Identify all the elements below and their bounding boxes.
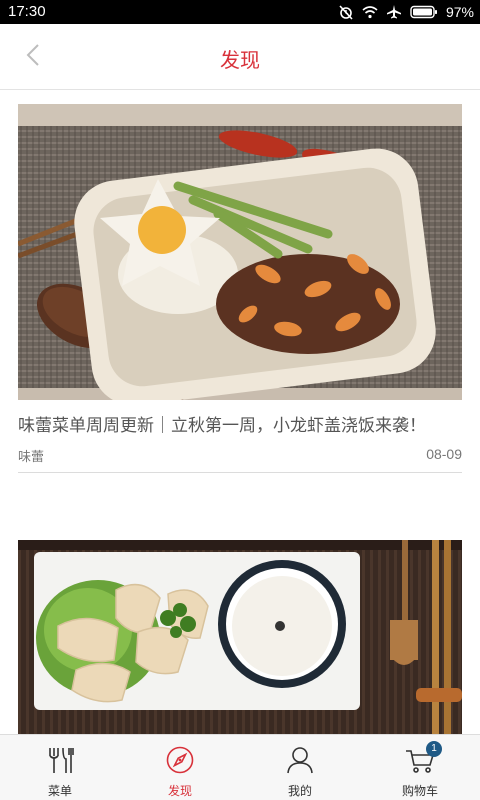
tab-label: 我的 bbox=[287, 784, 312, 798]
tab-discover[interactable]: 发现 bbox=[120, 735, 240, 800]
article-image[interactable] bbox=[18, 540, 462, 734]
compass-icon bbox=[164, 744, 196, 776]
alarm-off-icon bbox=[338, 4, 354, 20]
article-card[interactable]: 味蕾菜单周周更新｜立秋第一周，小龙虾盖浇饭来袭！ 味蕾 08-09 bbox=[18, 104, 462, 473]
tab-label: 菜单 bbox=[47, 784, 72, 798]
tab-mine[interactable]: 我的 bbox=[240, 735, 360, 800]
wifi-icon bbox=[362, 5, 378, 19]
airplane-mode-icon bbox=[386, 4, 402, 20]
cart-badge: 1 bbox=[426, 741, 442, 757]
tab-label: 发现 bbox=[167, 784, 192, 798]
article-image[interactable] bbox=[18, 104, 462, 400]
tab-label: 购物车 bbox=[401, 784, 438, 798]
article-card[interactable] bbox=[18, 540, 462, 734]
article-title[interactable]: 味蕾菜单周周更新｜立秋第一周，小龙虾盖浇饭来袭！ bbox=[18, 412, 462, 440]
header: 发现 bbox=[0, 24, 480, 90]
utensils-icon bbox=[44, 744, 76, 776]
divider bbox=[18, 472, 462, 473]
article-source: 味蕾 bbox=[18, 450, 45, 465]
cart-icon: 1 bbox=[404, 741, 442, 776]
hainan-chicken-rice-photo bbox=[18, 540, 462, 734]
crayfish-rice-bowl-photo bbox=[18, 104, 462, 400]
user-icon bbox=[284, 744, 316, 776]
battery-icon bbox=[410, 5, 438, 19]
tab-cart[interactable]: 1 购物车 bbox=[360, 735, 480, 800]
battery-percent: 97% bbox=[445, 4, 474, 20]
article-meta: 味蕾 08-09 bbox=[18, 444, 462, 466]
status-bar: 17:30 97% bbox=[0, 0, 480, 24]
tab-bar: 菜单 发现 我的 1 购物车 bbox=[0, 734, 480, 800]
article-date: 08-09 bbox=[426, 446, 462, 462]
status-icons: 97% bbox=[338, 2, 474, 22]
tab-menu[interactable]: 菜单 bbox=[0, 735, 120, 800]
status-time: 17:30 bbox=[8, 3, 46, 20]
page-title: 发现 bbox=[220, 48, 260, 72]
article-feed[interactable]: 味蕾菜单周周更新｜立秋第一周，小龙虾盖浇饭来袭！ 味蕾 08-09 bbox=[0, 90, 480, 734]
